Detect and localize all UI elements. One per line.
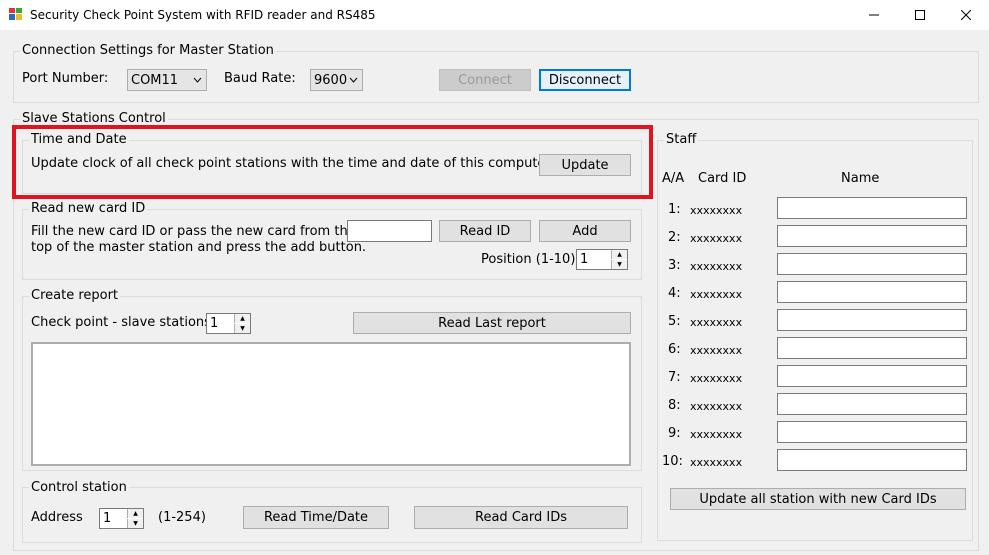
staff-row-name-input[interactable] [777, 421, 967, 443]
staff-row-card-id: xxxxxxxx [690, 344, 743, 357]
staff-row-name-input[interactable] [777, 309, 967, 331]
col-name-header: Name [841, 171, 880, 186]
create-report-label: Create report [29, 288, 121, 303]
highlight-box [12, 125, 653, 199]
port-number-value: COM11 [131, 72, 179, 88]
connect-button[interactable]: Connect [439, 69, 531, 91]
staff-row-number: 1: [668, 202, 681, 217]
add-button[interactable]: Add [539, 220, 631, 242]
read-id-button[interactable]: Read ID [439, 220, 531, 242]
read-last-report-button[interactable]: Read Last report [353, 312, 631, 334]
card-id-input[interactable] [347, 220, 432, 242]
read-card-desc-line2: top of the master station and press the … [31, 240, 367, 255]
staff-row-name-input[interactable] [777, 253, 967, 275]
spin-down-icon[interactable]: ▼ [611, 260, 627, 269]
control-station-label: Control station [29, 480, 129, 495]
staff-row-name-input[interactable] [777, 197, 967, 219]
spin-down-icon[interactable]: ▼ [234, 324, 250, 333]
staff-row-card-id: xxxxxxxx [690, 456, 743, 469]
address-value: 1 [103, 511, 112, 526]
close-button[interactable] [943, 0, 989, 30]
baud-rate-value: 9600 [314, 72, 348, 88]
chevron-down-icon [193, 77, 202, 83]
staff-row-number: 6: [668, 342, 681, 357]
close-icon [961, 10, 971, 20]
maximize-button[interactable] [897, 0, 943, 30]
spin-down-icon[interactable]: ▼ [127, 519, 143, 528]
staff-row-number: 4: [668, 286, 681, 301]
report-textarea[interactable] [31, 342, 631, 466]
read-card-desc-line1: Fill the new card ID or pass the new car… [31, 224, 356, 239]
chevron-down-icon [349, 77, 358, 83]
port-number-select[interactable]: COM11 [127, 69, 207, 91]
address-stepper[interactable]: 1 ▲ ▼ [99, 508, 144, 529]
spin-up-icon[interactable]: ▲ [127, 509, 143, 518]
port-number-label: Port Number: [22, 71, 109, 86]
staff-row-name-input[interactable] [777, 281, 967, 303]
baud-rate-select[interactable]: 9600 [310, 69, 363, 91]
title-bar: Security Check Point System with RFID re… [0, 0, 989, 30]
staff-label: Staff [664, 132, 699, 147]
staff-row-number: 10: [662, 454, 683, 469]
connection-settings-label: Connection Settings for Master Station [20, 43, 276, 58]
checkpoint-value: 1 [210, 316, 219, 331]
staff-row-name-input[interactable] [777, 449, 967, 471]
staff-row-card-id: xxxxxxxx [690, 400, 743, 413]
staff-row-number: 3: [668, 258, 681, 273]
staff-row-card-id: xxxxxxxx [690, 372, 743, 385]
staff-row-card-id: xxxxxxxx [690, 260, 743, 273]
baud-rate-label: Baud Rate: [224, 71, 296, 86]
minimize-button[interactable] [851, 0, 897, 30]
spin-up-icon[interactable]: ▲ [234, 314, 250, 323]
window-title: Security Check Point System with RFID re… [30, 8, 376, 22]
checkpoint-label: Check point - slave stations: [31, 315, 216, 330]
staff-row-name-input[interactable] [777, 337, 967, 359]
spin-up-icon[interactable]: ▲ [611, 250, 627, 259]
read-time-date-button[interactable]: Read Time/Date [243, 506, 389, 529]
staff-row-number: 9: [668, 426, 681, 441]
staff-row-number: 5: [668, 314, 681, 329]
address-label: Address [31, 510, 83, 525]
col-aa-header: A/A [662, 171, 685, 186]
read-card-ids-button[interactable]: Read Card IDs [414, 506, 628, 529]
position-stepper[interactable]: 1 ▲ ▼ [576, 249, 628, 270]
staff-row-name-input[interactable] [777, 393, 967, 415]
staff-row-card-id: xxxxxxxx [690, 288, 743, 301]
staff-row-number: 7: [668, 370, 681, 385]
staff-row-name-input[interactable] [777, 225, 967, 247]
slave-stations-label: Slave Stations Control [20, 111, 168, 126]
update-all-stations-button[interactable]: Update all station with new Card IDs [670, 488, 966, 510]
position-label: Position (1-10) [481, 252, 576, 267]
address-range-label: (1-254) [158, 510, 206, 525]
col-card-header: Card ID [698, 171, 747, 186]
staff-row-number: 8: [668, 398, 681, 413]
staff-row-card-id: xxxxxxxx [690, 428, 743, 441]
staff-row-card-id: xxxxxxxx [690, 232, 743, 245]
maximize-icon [915, 10, 925, 20]
staff-row-name-input[interactable] [777, 365, 967, 387]
checkpoint-stepper[interactable]: 1 ▲ ▼ [206, 313, 251, 334]
disconnect-button[interactable]: Disconnect [539, 69, 631, 91]
position-value: 1 [580, 252, 589, 267]
app-icon [9, 8, 22, 20]
staff-row-card-id: xxxxxxxx [690, 204, 743, 217]
staff-row-number: 2: [668, 230, 681, 245]
read-card-label: Read new card ID [29, 201, 148, 216]
minimize-icon [869, 14, 879, 16]
staff-row-card-id: xxxxxxxx [690, 316, 743, 329]
